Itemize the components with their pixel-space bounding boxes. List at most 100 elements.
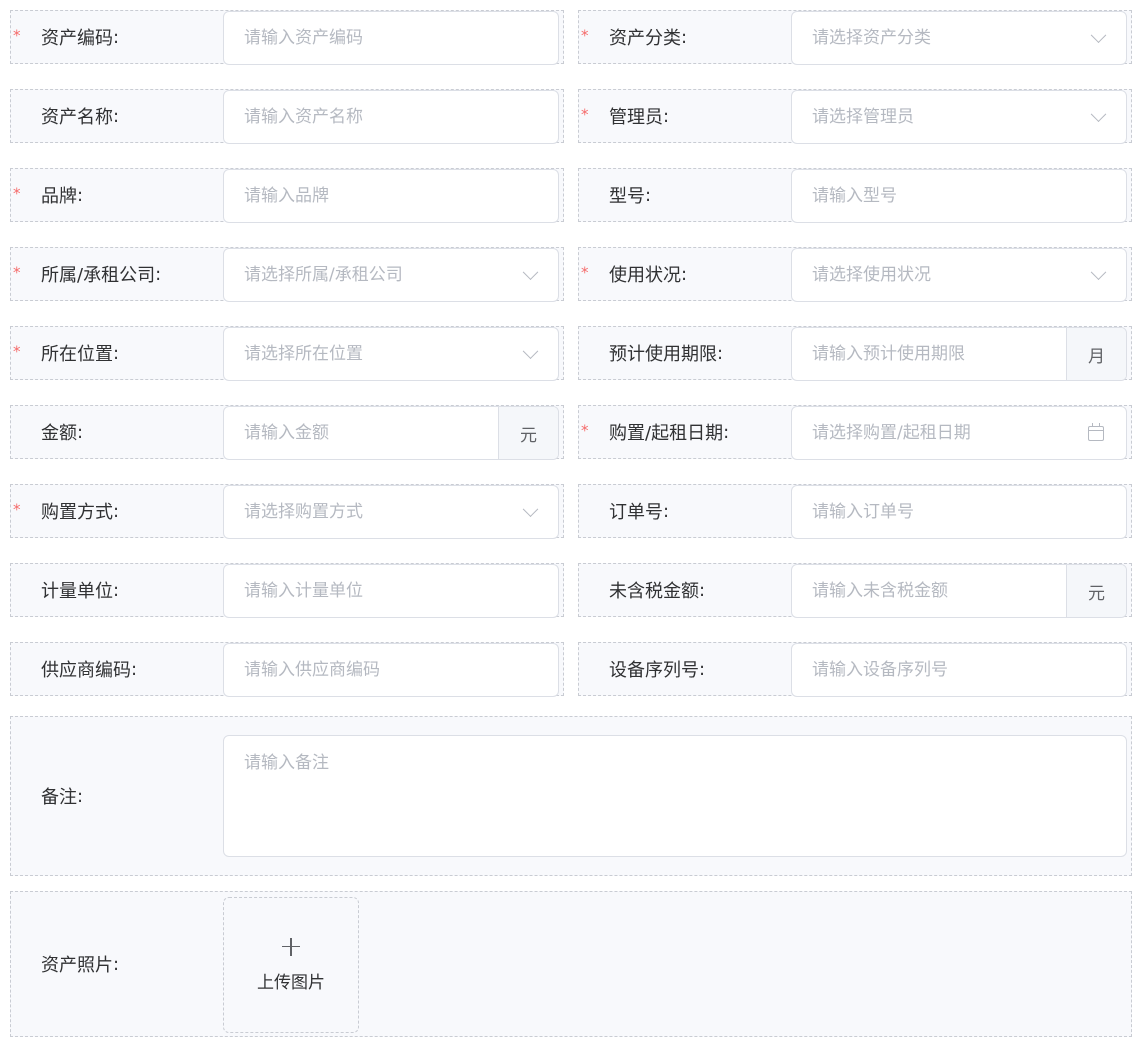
select-left-3[interactable] — [223, 248, 559, 302]
field-label: * 购置方式: — [11, 485, 119, 537]
select-right-0[interactable] — [791, 11, 1127, 65]
field-label-text: 资产编码 — [41, 28, 113, 49]
field-label-text: 资产名称 — [41, 107, 113, 128]
form-item-right-1: * 管理员: — [578, 89, 1132, 144]
input-with-unit-right-4: 月 — [791, 327, 1127, 381]
label-colon: : — [699, 658, 706, 680]
unit-suffix: 元 — [1066, 565, 1126, 617]
field-label: * 购置/起租日期: — [579, 406, 729, 458]
remark-textarea[interactable] — [224, 736, 1126, 856]
select-right-3[interactable] — [791, 248, 1127, 302]
label-colon: : — [113, 26, 120, 48]
label-colon: : — [77, 421, 84, 443]
select-right-1[interactable] — [791, 90, 1127, 144]
field-label-text: 使用状况 — [609, 265, 681, 286]
plus-icon — [282, 937, 300, 956]
field-label: 设备序列号: — [579, 643, 705, 695]
form-item-right-5: * 购置/起租日期: — [578, 405, 1132, 460]
required-mark: * — [581, 421, 589, 440]
text-input[interactable] — [224, 170, 558, 222]
date-picker-right-5[interactable] — [791, 406, 1127, 460]
label-colon: : — [77, 785, 84, 807]
select-input[interactable] — [792, 12, 1126, 64]
label-colon: : — [155, 263, 162, 285]
form-item-left-6: * 购置方式: — [10, 484, 564, 539]
field-label-text: 管理员 — [609, 107, 663, 128]
text-input[interactable] — [224, 565, 558, 617]
input-right-2 — [791, 169, 1127, 223]
field-label: 计量单位: — [11, 564, 119, 616]
required-mark: * — [581, 263, 589, 282]
form-item-left-1: 资产名称: — [10, 89, 564, 144]
field-label: 未含税金额: — [579, 564, 705, 616]
field-label: 型号: — [579, 169, 651, 221]
upload-image-button[interactable]: 上传图片 — [223, 897, 359, 1033]
text-input[interactable] — [792, 486, 1126, 538]
label-colon: : — [723, 421, 730, 443]
text-input[interactable] — [792, 644, 1126, 696]
field-label-text: 所在位置 — [41, 344, 113, 365]
text-input[interactable] — [792, 565, 1066, 617]
field-label-text: 备注 — [41, 787, 77, 808]
field-label: 资产照片: — [11, 892, 119, 1036]
form-item-right-7: 未含税金额: 元 — [578, 563, 1132, 618]
label-colon: : — [113, 105, 120, 127]
select-input[interactable] — [792, 249, 1126, 301]
select-left-6[interactable] — [223, 485, 559, 539]
select-input[interactable] — [224, 249, 558, 301]
input-left-0 — [223, 11, 559, 65]
field-label: 备注: — [11, 717, 83, 875]
text-input[interactable] — [792, 328, 1066, 380]
required-mark: * — [13, 500, 21, 519]
label-colon: : — [699, 579, 706, 601]
field-label-text: 型号 — [609, 186, 645, 207]
field-label: 供应商编码: — [11, 643, 137, 695]
select-input[interactable] — [224, 486, 558, 538]
upload-image-label: 上传图片 — [257, 972, 325, 993]
field-label-text: 计量单位 — [41, 581, 113, 602]
label-colon: : — [113, 500, 120, 522]
text-input[interactable] — [224, 91, 558, 143]
required-mark: * — [13, 184, 21, 203]
text-input[interactable] — [792, 170, 1126, 222]
form-item-right-2: 型号: — [578, 168, 1132, 223]
select-input[interactable] — [792, 91, 1126, 143]
field-label-text: 购置/起租日期 — [609, 423, 724, 444]
field-label-text: 订单号 — [609, 502, 663, 523]
date-input[interactable] — [792, 407, 1126, 459]
required-mark: * — [13, 342, 21, 361]
required-mark: * — [13, 263, 21, 282]
label-colon: : — [717, 342, 724, 364]
label-colon: : — [681, 26, 688, 48]
select-input[interactable] — [224, 328, 558, 380]
select-left-4[interactable] — [223, 327, 559, 381]
text-input[interactable] — [224, 407, 498, 459]
field-label: 金额: — [11, 406, 83, 458]
form-item-left-4: * 所在位置: — [10, 326, 564, 381]
field-label-text: 金额 — [41, 423, 77, 444]
label-colon: : — [113, 953, 120, 975]
form-item-photo: 资产照片: 上传图片 — [10, 891, 1132, 1037]
input-with-unit-right-7: 元 — [791, 564, 1127, 618]
label-colon: : — [663, 105, 670, 127]
field-label-text: 资产分类 — [609, 28, 681, 49]
field-label: * 品牌: — [11, 169, 83, 221]
form-item-left-7: 计量单位: — [10, 563, 564, 618]
label-colon: : — [77, 184, 84, 206]
unit-suffix: 月 — [1066, 328, 1126, 380]
field-label-text: 预计使用期限 — [609, 344, 717, 365]
input-left-2 — [223, 169, 559, 223]
form-item-left-8: 供应商编码: — [10, 642, 564, 697]
text-input[interactable] — [224, 644, 558, 696]
field-label-text: 设备序列号 — [609, 660, 699, 681]
form-item-right-0: * 资产分类: — [578, 10, 1132, 65]
label-colon: : — [663, 500, 670, 522]
label-colon: : — [131, 658, 138, 680]
text-input[interactable] — [224, 12, 558, 64]
form-item-right-3: * 使用状况: — [578, 247, 1132, 302]
form-item-left-0: * 资产编码: — [10, 10, 564, 65]
required-mark: * — [581, 26, 589, 45]
input-right-8 — [791, 643, 1127, 697]
form-item-left-2: * 品牌: — [10, 168, 564, 223]
unit-suffix: 元 — [498, 407, 558, 459]
